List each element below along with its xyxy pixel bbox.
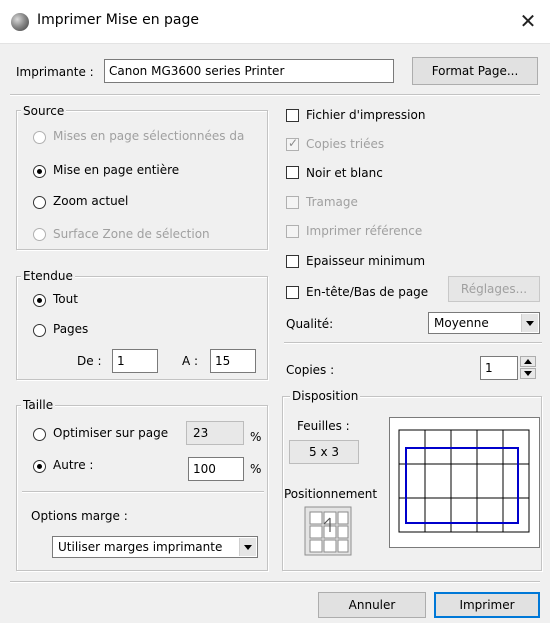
source-radio-current-zoom[interactable] xyxy=(33,196,46,209)
sheet-cell xyxy=(424,463,452,499)
range-legend: Etendue xyxy=(21,269,75,283)
layout-grid xyxy=(398,429,530,533)
source-option-label: Zoom actuel xyxy=(53,194,129,208)
print-to-file-label: Fichier d'impression xyxy=(306,108,426,122)
quality-label: Qualité: xyxy=(286,317,334,331)
size-other-unit: % xyxy=(250,462,262,476)
size-fit-value: 23 xyxy=(186,421,244,445)
top-separator xyxy=(10,94,540,96)
size-radio-fit-page[interactable] xyxy=(33,428,46,441)
size-fit-label: Optimiser sur page xyxy=(53,426,169,440)
source-option-label: Mise en page entière xyxy=(53,163,180,177)
copies-down-icon[interactable] xyxy=(520,368,536,379)
checkbox-header-footer[interactable] xyxy=(286,286,299,299)
layout-legend: Disposition xyxy=(290,389,361,403)
layout-preview xyxy=(389,417,540,548)
positioning-label: Positionnement xyxy=(284,487,378,501)
sheet-cell xyxy=(398,497,426,533)
size-other-input[interactable]: 100 xyxy=(188,457,244,481)
checkbox-print-reference xyxy=(286,225,299,238)
app-sphere-icon xyxy=(11,13,29,31)
size-other-label: Autre : xyxy=(53,458,94,472)
min-thickness-label: Epaisseur minimum xyxy=(306,254,426,268)
sheet-cell xyxy=(476,463,504,499)
window-title: Imprimer Mise en page xyxy=(37,12,199,28)
source-radio-selected-layouts xyxy=(33,131,46,144)
source-radio-entire-layout[interactable] xyxy=(33,165,46,178)
margin-options-label: Options marge : xyxy=(31,509,128,523)
size-radio-other[interactable] xyxy=(33,460,46,473)
footer-separator xyxy=(10,581,540,583)
close-icon[interactable]: ✕ xyxy=(515,8,541,34)
source-legend: Source xyxy=(21,104,67,118)
sheet-cell xyxy=(450,463,478,499)
positioning-cells xyxy=(309,511,349,553)
range-to-label: A : xyxy=(182,354,199,368)
sheet-cell xyxy=(502,497,530,533)
collate-label: Copies triées xyxy=(306,137,385,151)
checkbox-black-white[interactable] xyxy=(286,166,299,179)
range-to-input[interactable]: 15 xyxy=(210,349,256,373)
sheet-cell xyxy=(424,497,452,533)
printer-label: Imprimante : xyxy=(16,65,94,79)
hatching-label: Tramage xyxy=(306,195,358,209)
range-radio-all[interactable] xyxy=(33,294,46,307)
cancel-button[interactable]: Annuler xyxy=(318,592,426,618)
range-radio-pages[interactable] xyxy=(33,324,46,337)
range-from-label: De : xyxy=(77,354,102,368)
quality-value: Moyenne xyxy=(434,316,489,330)
source-option-label: Mises en page sélectionnées da xyxy=(53,129,245,143)
margin-options-value: Utiliser marges imprimante xyxy=(58,540,223,554)
options-separator xyxy=(284,342,542,344)
margin-options-select[interactable]: Utiliser marges imprimante xyxy=(52,536,258,558)
copies-up-icon[interactable] xyxy=(520,356,536,367)
sheet-cell xyxy=(398,463,426,499)
sheet-cell xyxy=(502,463,530,499)
checkbox-hatching xyxy=(286,196,299,209)
black-white-label: Noir et blanc xyxy=(306,166,383,180)
size-separator xyxy=(22,491,264,493)
positioning-order-icon[interactable] xyxy=(304,506,352,556)
sheet-cell xyxy=(476,497,504,533)
sheets-value: 5 x 3 xyxy=(289,440,359,464)
copies-input[interactable]: 1 xyxy=(480,356,518,380)
sheet-cell xyxy=(450,497,478,533)
header-footer-label: En-tête/Bas de page xyxy=(306,285,429,299)
checkbox-min-thickness[interactable] xyxy=(286,255,299,268)
quality-select[interactable]: Moyenne xyxy=(428,312,540,334)
checkbox-collate xyxy=(286,136,299,151)
source-radio-selection-area xyxy=(33,228,46,241)
printer-name-field: Canon MG3600 series Printer xyxy=(104,59,394,83)
settings-button: Réglages... xyxy=(448,276,540,302)
chevron-down-icon[interactable] xyxy=(521,314,538,332)
size-fit-unit: % xyxy=(250,430,262,444)
source-option-label: Surface Zone de sélection xyxy=(53,227,210,241)
sheets-label: Feuilles : xyxy=(297,419,350,433)
print-button[interactable]: Imprimer xyxy=(434,592,540,618)
print-reference-label: Imprimer référence xyxy=(306,224,423,238)
range-all-label: Tout xyxy=(53,292,78,306)
range-from-input[interactable]: 1 xyxy=(112,349,158,373)
chevron-down-icon[interactable] xyxy=(239,538,256,556)
checkbox-print-to-file[interactable] xyxy=(286,109,299,122)
copies-label: Copies : xyxy=(286,363,335,377)
format-page-button[interactable]: Format Page... xyxy=(412,57,538,85)
range-pages-label: Pages xyxy=(53,322,89,336)
size-legend: Taille xyxy=(21,398,56,412)
